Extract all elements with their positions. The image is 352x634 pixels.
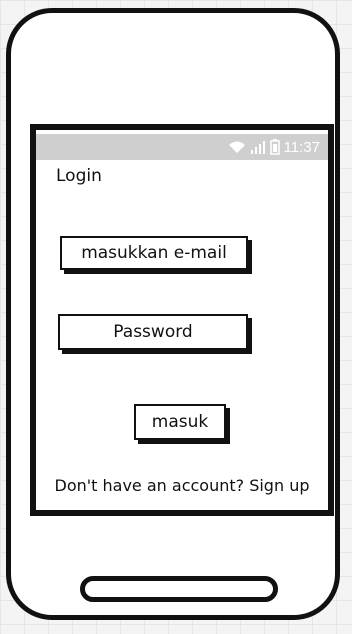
status-time: 11:37 [283, 138, 320, 156]
battery-icon [269, 139, 280, 155]
email-field[interactable]: masukkan e-mail [60, 236, 248, 270]
signup-link[interactable]: Don't have an account? Sign up [36, 476, 328, 495]
signal-icon [250, 140, 266, 154]
page-title: Login [56, 166, 102, 186]
password-field[interactable]: Password [58, 314, 248, 350]
phone-screen: 11:37 Login masukkan e-mail Password mas… [30, 124, 334, 516]
status-bar: 11:37 [36, 134, 328, 160]
login-button[interactable]: masuk [134, 404, 226, 440]
home-button[interactable] [80, 576, 278, 602]
wifi-icon [228, 140, 246, 154]
